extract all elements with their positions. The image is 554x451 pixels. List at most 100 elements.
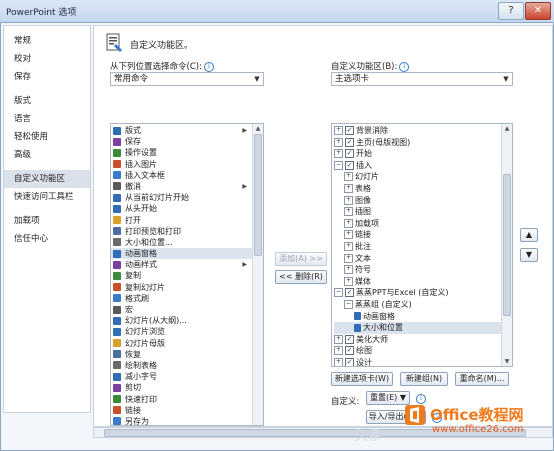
command-item[interactable]: 插入文本框 — [111, 170, 253, 181]
nav-item[interactable]: 高级 — [4, 146, 90, 164]
ribbon-tree-item[interactable]: 大小和位置 — [334, 322, 502, 334]
scroll-down-icon[interactable]: ▼ — [502, 357, 512, 366]
choose-commands-dropdown[interactable]: 常用命令 ▼ — [110, 72, 264, 86]
expand-icon[interactable]: + — [344, 230, 353, 240]
nav-item[interactable]: 快速访问工具栏 — [4, 188, 90, 206]
customize-ribbon-dropdown[interactable]: 主选项卡 ▼ — [331, 72, 513, 86]
ribbon-tree-item[interactable]: + 加载项 — [334, 218, 502, 230]
command-item[interactable]: 动画窗格 — [111, 248, 253, 260]
checkbox[interactable]: ✓ — [345, 346, 354, 356]
ribbon-tree-item[interactable]: 动画窗格 — [334, 311, 502, 323]
command-item[interactable]: 撤消 ▶ — [111, 181, 253, 192]
nav-item[interactable]: 自定义功能区 — [4, 170, 90, 188]
expand-icon[interactable]: + — [344, 276, 353, 286]
checkbox[interactable]: ✓ — [345, 334, 354, 344]
scroll-thumb[interactable] — [503, 174, 511, 316]
nav-item[interactable]: 信任中心 — [4, 230, 90, 248]
expand-icon[interactable]: + — [344, 241, 353, 251]
ribbon-tree-item[interactable]: + ✓ 绘图 — [334, 345, 502, 357]
help-button[interactable]: ? — [498, 2, 524, 20]
checkbox[interactable]: ✓ — [345, 126, 354, 135]
ribbon-tree-item[interactable]: + ✓ 背景消除 — [334, 125, 502, 137]
new-group-button[interactable]: 新建组(N) — [400, 372, 448, 386]
command-item[interactable]: 打开 — [111, 215, 253, 226]
commands-list[interactable]: 版式 ▶ 保存 操作设置 插入图片 插入文本框 撤消 ▶ 从当前幻灯片开始 从头开始 打开 打印预览和… — [110, 123, 264, 426]
command-item[interactable]: 快速打印 — [111, 394, 253, 405]
expand-icon[interactable]: + — [344, 207, 353, 217]
nav-item[interactable]: 轻松使用 — [4, 128, 90, 146]
command-item[interactable]: 打印预览和打印 — [111, 226, 253, 237]
commands-list-scrollbar[interactable]: ▲ — [252, 124, 263, 425]
command-item[interactable]: 减小字号 — [111, 371, 253, 382]
command-item[interactable]: 保存 — [111, 136, 253, 147]
nav-item[interactable]: 语言 — [4, 110, 90, 128]
expand-icon[interactable]: + — [334, 126, 343, 135]
rename-button[interactable]: 重命名(M)... — [455, 372, 509, 386]
command-item[interactable]: 从头开始 — [111, 203, 253, 214]
scroll-up-icon[interactable]: ▲ — [502, 124, 512, 133]
close-button[interactable]: ✕ — [525, 2, 551, 20]
ribbon-tree-scrollbar[interactable]: ▲ ▼ — [501, 124, 512, 366]
scroll-thumb[interactable] — [254, 134, 262, 256]
command-item[interactable]: 幻灯片母版 — [111, 338, 253, 349]
ribbon-tree[interactable]: + ✓ 背景消除 + ✓ 主页(母版视图) + ✓ 开始 − ✓ 插入 + 幻灯片 + 表格 + 图像 + 插图 + 加载… — [331, 123, 513, 367]
nav-item[interactable]: 加载项 — [4, 212, 90, 230]
command-item[interactable]: 幻灯片浏览 — [111, 326, 253, 337]
ribbon-tree-item[interactable]: + ✓ 主页(母版视图) — [334, 137, 502, 149]
add-button[interactable]: 添加(A) >> — [275, 252, 327, 266]
expand-icon[interactable]: + — [344, 218, 353, 228]
command-item[interactable]: 另存为 — [111, 416, 253, 425]
ribbon-tree-item[interactable]: + 文本 — [334, 253, 502, 265]
remove-button[interactable]: << 删除(R) — [275, 270, 327, 284]
command-item[interactable]: 幻灯片(从大纲)... — [111, 315, 253, 326]
ribbon-tree-item[interactable]: + 链接 — [334, 229, 502, 241]
scroll-up-icon[interactable]: ▲ — [253, 124, 263, 133]
command-item[interactable]: 大小和位置... — [111, 237, 253, 248]
ribbon-tree-item[interactable]: + ✓ 美化大师 — [334, 334, 502, 346]
ribbon-tree-item[interactable]: − 蒸蒸组 (自定义) — [334, 299, 502, 311]
expand-icon[interactable]: + — [344, 172, 353, 182]
ribbon-tree-item[interactable]: − ✓ 插入 — [334, 160, 502, 172]
command-item[interactable]: 格式刷 — [111, 293, 253, 304]
command-item[interactable]: 复制幻灯片 — [111, 282, 253, 293]
ribbon-tree-item[interactable]: + 幻灯片 — [334, 171, 502, 183]
expand-icon[interactable]: + — [334, 137, 343, 147]
command-item[interactable]: 宏 — [111, 304, 253, 315]
command-item[interactable]: 动画样式 ▶ — [111, 259, 253, 270]
checkbox[interactable]: ✓ — [345, 137, 354, 147]
command-item[interactable]: 插入图片 — [111, 159, 253, 170]
expand-icon[interactable]: + — [334, 334, 343, 344]
expand-icon[interactable]: + — [334, 149, 343, 159]
ribbon-tree-item[interactable]: + ✓ 开始 — [334, 148, 502, 160]
expand-icon[interactable]: + — [344, 183, 353, 193]
move-up-button[interactable]: ▲ — [520, 228, 538, 242]
expand-icon[interactable]: + — [344, 265, 353, 275]
expand-icon[interactable]: + — [344, 253, 353, 263]
checkbox[interactable]: ✓ — [345, 357, 354, 366]
command-item[interactable]: 链接 — [111, 405, 253, 416]
expand-icon[interactable]: + — [344, 195, 353, 205]
collapse-icon[interactable]: − — [334, 160, 343, 170]
command-item[interactable]: 绘制表格 — [111, 360, 253, 371]
ribbon-tree-item[interactable]: + 批注 — [334, 241, 502, 253]
collapse-icon[interactable]: − — [334, 288, 343, 298]
ribbon-tree-item[interactable]: + 图像 — [334, 195, 502, 207]
nav-item[interactable]: 版式 — [4, 92, 90, 110]
command-item[interactable]: 恢复 — [111, 349, 253, 360]
nav-item[interactable]: 保存 — [4, 68, 90, 86]
checkbox[interactable]: ✓ — [345, 288, 354, 298]
ribbon-tree-item[interactable]: + 表格 — [334, 183, 502, 195]
command-item[interactable]: 剪切 — [111, 382, 253, 393]
expand-icon[interactable]: + — [334, 346, 343, 356]
command-item[interactable]: 复制 — [111, 270, 253, 281]
checkbox[interactable]: ✓ — [345, 149, 354, 159]
ribbon-tree-item[interactable]: + ✓ 设计 — [334, 357, 502, 366]
ribbon-tree-item[interactable]: + 插图 — [334, 206, 502, 218]
nav-item[interactable]: 常规 — [4, 32, 90, 50]
reset-button[interactable]: 重置(E) ▼ — [366, 391, 410, 405]
command-item[interactable]: 从当前幻灯片开始 — [111, 192, 253, 203]
ribbon-tree-item[interactable]: − ✓ 蒸蒸PPT与Excel (自定义) — [334, 287, 502, 299]
ribbon-tree-item[interactable]: + 媒体 — [334, 276, 502, 288]
nav-item[interactable]: 校对 — [4, 50, 90, 68]
ribbon-tree-item[interactable]: + 符号 — [334, 264, 502, 276]
